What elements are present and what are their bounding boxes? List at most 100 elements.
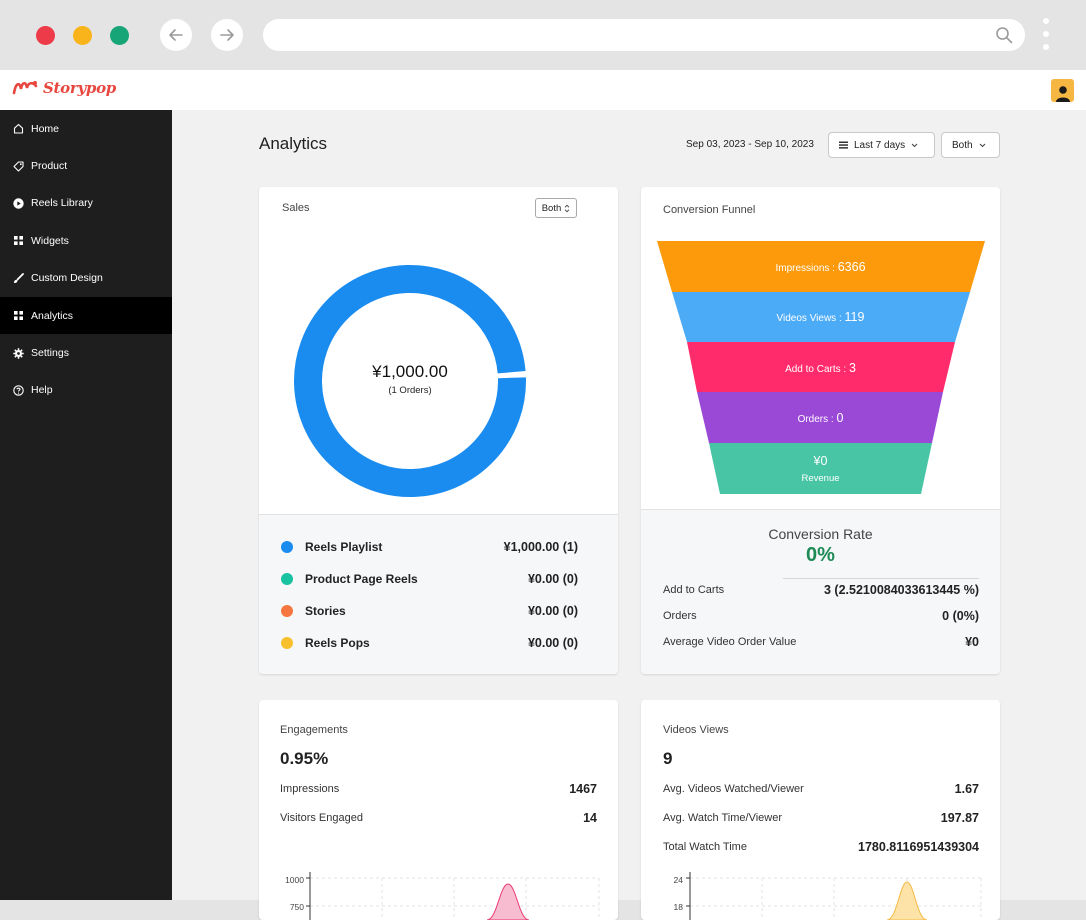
- funnel-label-add-to-carts: Add to Carts : 3: [641, 361, 1000, 375]
- app-topbar: Storypop: [0, 70, 1086, 110]
- videos-chart: [686, 872, 982, 920]
- row-value: 1467: [569, 782, 597, 796]
- conversion-row-add-to-carts: Add to Carts 3 (2.5210084033613445 %): [663, 582, 979, 598]
- row-value: 197.87: [940, 811, 979, 825]
- app-logo[interactable]: Storypop: [11, 78, 116, 98]
- sidebar-item-settings[interactable]: Settings: [0, 334, 172, 371]
- period-dropdown-value: Last 7 days: [854, 139, 906, 151]
- conversion-row-orders: Orders 0 (0%): [663, 608, 979, 624]
- search-icon[interactable]: [995, 26, 1013, 44]
- sidebar-item-widgets[interactable]: Widgets: [0, 222, 172, 259]
- page-title: Analytics: [259, 134, 328, 153]
- browser-menu-icon[interactable]: [1042, 18, 1050, 54]
- sidebar-item-analytics[interactable]: Analytics: [0, 296, 172, 335]
- back-button[interactable]: [160, 19, 192, 51]
- sales-total: ¥1,000.00: [372, 362, 448, 381]
- funnel-revenue-value: ¥0: [813, 454, 828, 468]
- brush-icon: [13, 272, 24, 284]
- funnel-stage-label: Add to Carts :: [785, 364, 849, 375]
- legend-label: Reels Pops: [305, 636, 370, 650]
- legend-value: ¥0.00 (0): [527, 572, 578, 586]
- chevron-down-icon: [979, 143, 985, 147]
- forward-button[interactable]: [211, 19, 243, 51]
- engagements-title: Engagements: [280, 724, 348, 736]
- funnel-stage-value: 119: [844, 310, 865, 324]
- user-icon: [1055, 86, 1070, 102]
- calendar-icon: [839, 141, 848, 149]
- legend-item[interactable]: Reels Playlist ¥1,000.00 (1): [281, 537, 578, 557]
- sales-filter-value: Both: [541, 202, 562, 214]
- funnel-revenue-label: Revenue: [801, 473, 840, 484]
- home-icon: [13, 123, 24, 134]
- videos-area[interactable]: [886, 881, 928, 920]
- videos-value: 9: [663, 749, 673, 768]
- period-dropdown[interactable]: Last 7 days: [828, 132, 935, 158]
- logo-icon: [12, 81, 38, 95]
- videos-card: Videos Views 9 Avg. Videos Watched/Viewe…: [641, 700, 1000, 920]
- legend-value: ¥1,000.00 (1): [503, 540, 578, 554]
- minimize-window-dot[interactable]: [73, 26, 92, 45]
- type-dropdown-value: Both: [952, 139, 973, 151]
- funnel-card: Conversion Funnel Impressions : 6366 Vid…: [641, 187, 1000, 674]
- grid-icon: [13, 310, 24, 321]
- address-bar[interactable]: [263, 19, 1025, 51]
- chevron-updown-icon: [564, 204, 570, 212]
- engagements-row-visitors-engaged: Visitors Engaged 14: [280, 810, 597, 826]
- legend-item[interactable]: Product Page Reels ¥0.00 (0): [281, 569, 578, 589]
- sidebar-item-label: Settings: [31, 347, 69, 360]
- row-label: Impressions: [280, 783, 340, 795]
- funnel-stage-revenue[interactable]: [709, 443, 932, 494]
- funnel-label-impressions: Impressions : 6366: [641, 260, 1000, 274]
- grid-icon: [13, 235, 24, 246]
- sales-filter-select[interactable]: Both: [535, 198, 577, 218]
- sidebar-item-label: Help: [31, 384, 53, 397]
- legend-dot: [281, 637, 293, 649]
- funnel-title: Conversion Funnel: [663, 204, 756, 216]
- sidebar-item-reels-library[interactable]: Reels Library: [0, 185, 172, 222]
- row-value: 14: [583, 811, 597, 825]
- axis-tick-label: 18: [673, 902, 683, 912]
- browser-chrome: [0, 0, 1086, 70]
- maximize-window-dot[interactable]: [110, 26, 129, 45]
- legend-value: ¥0.00 (0): [527, 636, 578, 650]
- main-content: Analytics Sep 03, 2023 - Sep 10, 2023 La…: [172, 110, 1086, 920]
- arrow-left-icon: [169, 29, 183, 41]
- close-window-dot[interactable]: [36, 26, 55, 45]
- help-circle-icon: [13, 385, 24, 396]
- engagements-row-impressions: Impressions 1467: [280, 781, 597, 797]
- sidebar-item-label: Analytics: [31, 309, 74, 322]
- conversion-rate-value: 0%: [806, 544, 835, 566]
- legend-item[interactable]: Reels Pops ¥0.00 (0): [281, 633, 578, 653]
- sales-card: Sales Both ¥1,000.00 (1 Orders) Reels Pl…: [259, 187, 618, 674]
- videos-row-total-watch-time: Total Watch Time 1780.8116951439304: [663, 839, 979, 855]
- funnel-stage-label: Videos Views :: [776, 313, 845, 324]
- row-label: Total Watch Time: [663, 841, 747, 853]
- videos-title: Videos Views: [663, 724, 729, 736]
- funnel-stage-label: Impressions :: [775, 263, 838, 274]
- sidebar-item-custom-design[interactable]: Custom Design: [0, 260, 172, 297]
- funnel-stage-label: Orders :: [797, 414, 837, 425]
- legend-value: ¥0.00 (0): [527, 604, 578, 618]
- avatar[interactable]: [1051, 79, 1074, 102]
- funnel-label-video-views: Videos Views : 119: [641, 310, 1000, 324]
- sidebar-item-product[interactable]: Product: [0, 147, 172, 184]
- sidebar-item-label: Widgets: [31, 234, 69, 247]
- conversion-summary: Conversion Rate 0% Add to Carts 3 (2.521…: [641, 509, 1000, 674]
- sidebar-item-help[interactable]: Help: [0, 372, 172, 409]
- type-dropdown[interactable]: Both: [941, 132, 1000, 158]
- axis-tick-label: 1000: [285, 875, 304, 885]
- divider: [783, 578, 979, 579]
- row-label: Average Video Order Value: [663, 636, 797, 648]
- sales-orders: (1 Orders): [388, 385, 432, 396]
- row-value: ¥0: [965, 635, 979, 649]
- legend-item[interactable]: Stories ¥0.00 (0): [281, 601, 578, 621]
- engagements-area[interactable]: [486, 883, 530, 920]
- sidebar-item-label: Reels Library: [31, 197, 93, 210]
- chevron-down-icon: [911, 143, 918, 147]
- row-label: Avg. Videos Watched/Viewer: [663, 783, 804, 795]
- row-value: 0 (0%): [942, 609, 979, 623]
- sidebar-item-home[interactable]: Home: [0, 110, 172, 147]
- row-value: 1.67: [954, 782, 979, 796]
- funnel-label-orders: Orders : 0: [641, 411, 1000, 425]
- sidebar-item-label: Product: [31, 160, 68, 173]
